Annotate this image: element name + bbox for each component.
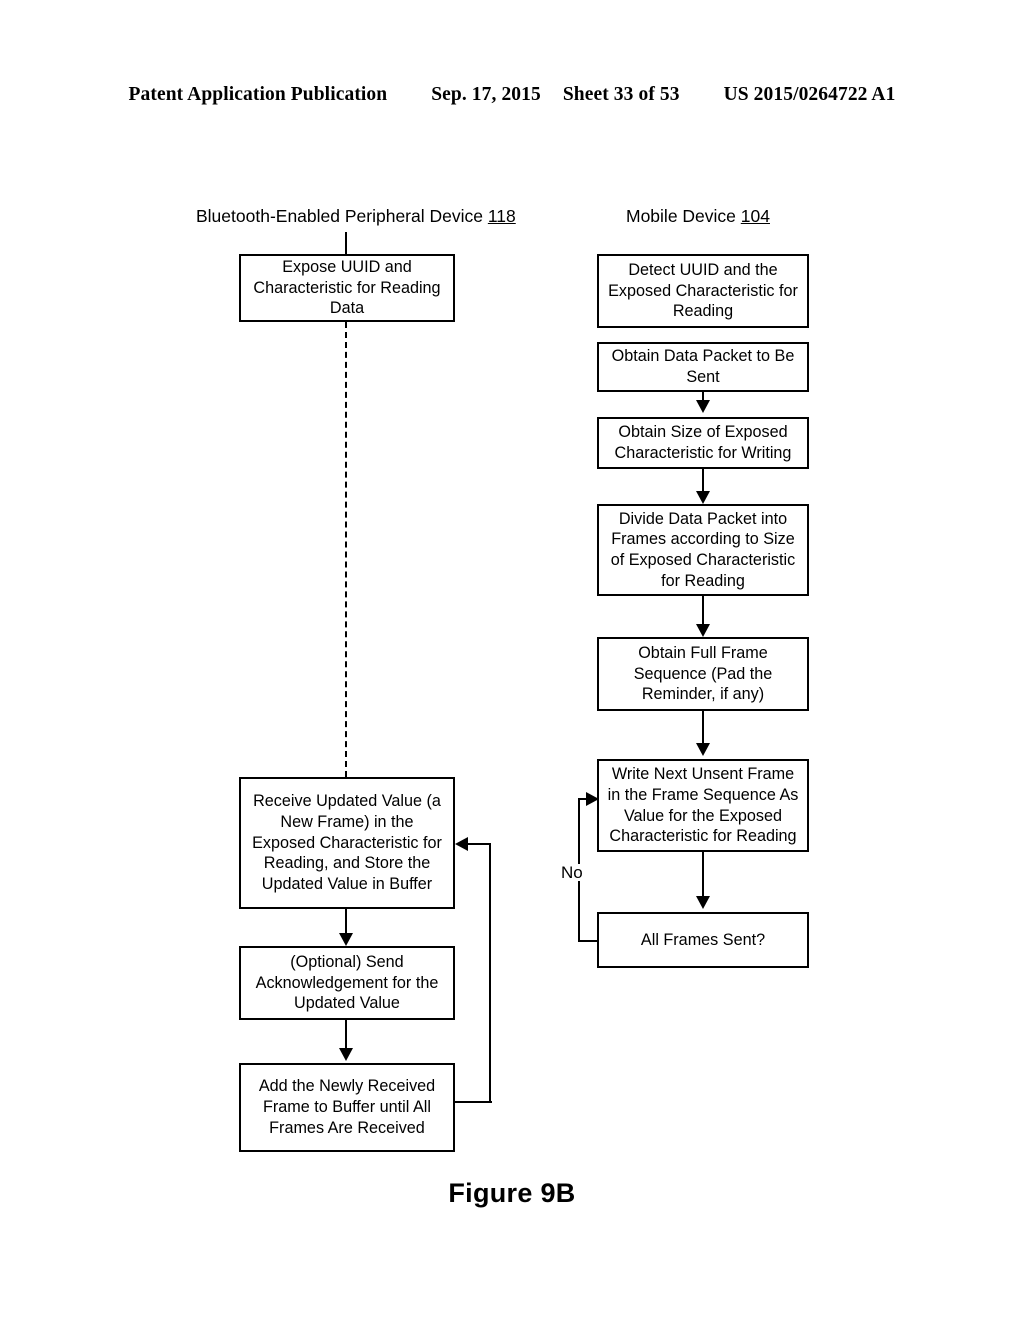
arrowhead-acknowledgement-to-add-frame [339,1048,353,1061]
step-box-obtain-full-frame-sequence: Obtain Full Frame Sequence (Pad the Remi… [597,637,809,711]
loopback-left-bottom-segment [455,1101,492,1104]
arrowhead-loopback-left [455,837,468,851]
figure-caption: Figure 9B [448,1178,576,1208]
arrowhead-obtain-size-to-divide-packet [696,491,710,504]
step-box-obtain-size: Obtain Size of Exposed Characteristic fo… [597,417,809,469]
step-box-receive-updated-value: Receive Updated Value (a New Frame) in t… [239,777,455,909]
step-box-send-acknowledgement: (Optional) Send Acknowledgement for the … [239,946,455,1020]
connector-write-frame-to-all-frames-sent [702,852,705,900]
step-box-detect-uuid: Detect UUID and the Exposed Characterist… [597,254,809,328]
arrowhead-divide-packet-to-full-frame [696,624,710,637]
arrowhead-receive-to-acknowledgement [339,933,353,946]
loopback-right-bottom-segment [578,940,599,943]
column-title-peripheral-device-label: Bluetooth-Enabled Peripheral Device [196,206,488,226]
dashed-lifeline-peripheral [345,322,347,777]
arrowhead-obtain-packet-to-obtain-size [696,400,710,413]
column-title-mobile-device: Mobile Device 104 [626,206,770,226]
loopback-left-top-segment [468,843,491,846]
column-title-mobile-device-label: Mobile Device [626,206,741,226]
edge-label-no: No [560,863,584,882]
arrowhead-write-frame-to-all-frames-sent [696,896,710,909]
step-box-divide-data-packet: Divide Data Packet into Frames according… [597,504,809,596]
connector-full-frame-to-write-frame [702,711,705,747]
connector-title-to-expose-uuid [345,232,348,254]
column-title-peripheral-device-ref: 118 [487,206,516,226]
step-box-all-frames-sent: All Frames Sent? [597,912,809,968]
flowchart-diagram: Bluetooth-Enabled Peripheral Device 118 … [0,0,1024,1320]
step-box-obtain-data-packet: Obtain Data Packet to Be Sent [597,342,809,392]
loopback-left-vertical-segment [489,843,492,1103]
step-box-expose-uuid: Expose UUID and Characteristic for Readi… [239,254,455,322]
column-title-mobile-device-ref: 104 [740,206,770,226]
column-title-peripheral-device: Bluetooth-Enabled Peripheral Device 118 [196,206,516,226]
step-box-add-frame-to-buffer: Add the Newly Received Frame to Buffer u… [239,1063,455,1152]
arrowhead-full-frame-to-write-frame [696,743,710,756]
step-box-write-next-unsent-frame: Write Next Unsent Frame in the Frame Seq… [597,759,809,852]
